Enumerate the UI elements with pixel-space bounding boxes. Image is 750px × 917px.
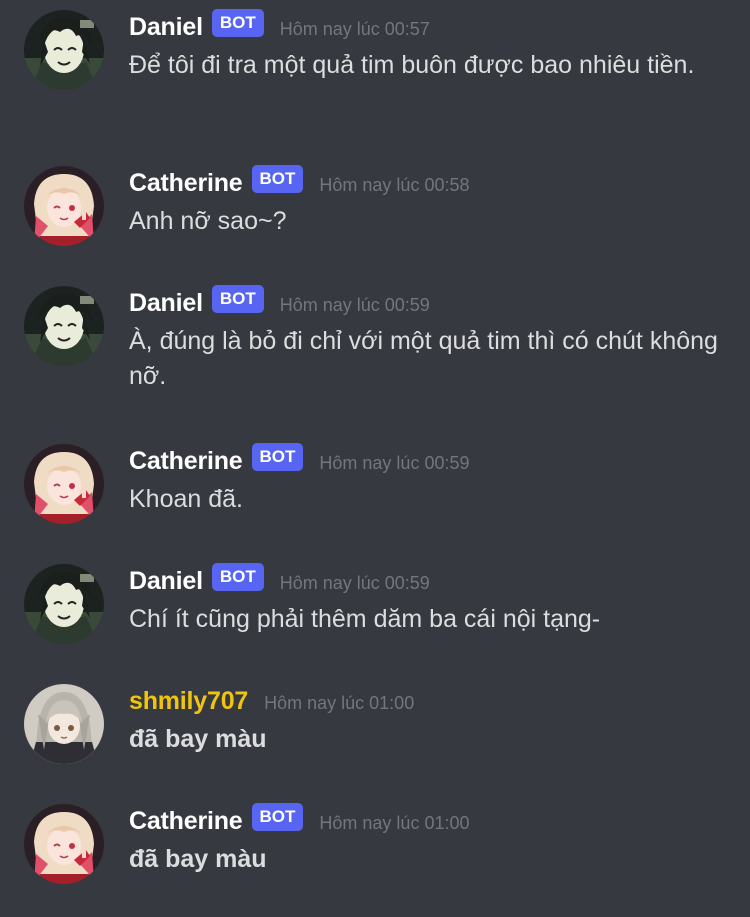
timestamp[interactable]: Hôm nay lúc 01:00 (264, 693, 414, 714)
daniel-avatar-icon[interactable] (24, 286, 104, 366)
catherine-avatar-icon[interactable] (24, 804, 104, 884)
timestamp[interactable]: Hôm nay lúc 00:59 (319, 453, 469, 474)
bot-badge: BOT (211, 9, 264, 37)
message-content: Anh nỡ sao~? (129, 207, 287, 235)
username[interactable]: Daniel (129, 13, 203, 42)
username[interactable]: Daniel (129, 567, 203, 596)
username[interactable]: Catherine (129, 169, 243, 198)
bot-badge: BOT (251, 803, 304, 831)
bot-badge: BOT (251, 165, 304, 193)
message-header: Daniel BOT Hôm nay lúc 00:57 (129, 9, 430, 44)
bot-badge: BOT (251, 443, 304, 471)
catherine-avatar-icon[interactable] (24, 444, 104, 524)
timestamp[interactable]: Hôm nay lúc 00:58 (319, 175, 469, 196)
username[interactable]: Catherine (129, 807, 243, 836)
timestamp[interactable]: Hôm nay lúc 00:57 (280, 19, 430, 40)
username[interactable]: shmily707 (129, 687, 248, 716)
daniel-avatar-icon[interactable] (24, 10, 104, 90)
message-header: shmily707 Hôm nay lúc 01:00 (129, 684, 414, 718)
message-header: Catherine BOT Hôm nay lúc 00:58 (129, 165, 470, 200)
timestamp[interactable]: Hôm nay lúc 01:00 (319, 813, 469, 834)
bot-badge: BOT (211, 563, 264, 591)
timestamp[interactable]: Hôm nay lúc 00:59 (280, 295, 430, 316)
message-header: Daniel BOT Hôm nay lúc 00:59 (129, 285, 430, 320)
message-content: đã bay màu (129, 725, 267, 753)
message-content: đã bay màu (129, 845, 267, 873)
message-content: Để tôi đi tra một quả tim buôn được bao … (129, 51, 695, 79)
timestamp[interactable]: Hôm nay lúc 00:59 (280, 573, 430, 594)
username[interactable]: Daniel (129, 289, 203, 318)
message-content: Khoan đã. (129, 485, 243, 513)
message-content: À, đúng là bỏ đi chỉ với một quả tim thì… (129, 327, 718, 390)
catherine-avatar-icon[interactable] (24, 166, 104, 246)
message-content: Chí ít cũng phải thêm dăm ba cái nội tạn… (129, 605, 601, 633)
bot-badge: BOT (211, 285, 264, 313)
username[interactable]: Catherine (129, 447, 243, 476)
daniel-avatar-icon[interactable] (24, 564, 104, 644)
message-header: Catherine BOT Hôm nay lúc 01:00 (129, 803, 470, 838)
message-header: Catherine BOT Hôm nay lúc 00:59 (129, 443, 470, 478)
message-header: Daniel BOT Hôm nay lúc 00:59 (129, 563, 430, 598)
shmily707-avatar-icon[interactable] (24, 684, 104, 764)
